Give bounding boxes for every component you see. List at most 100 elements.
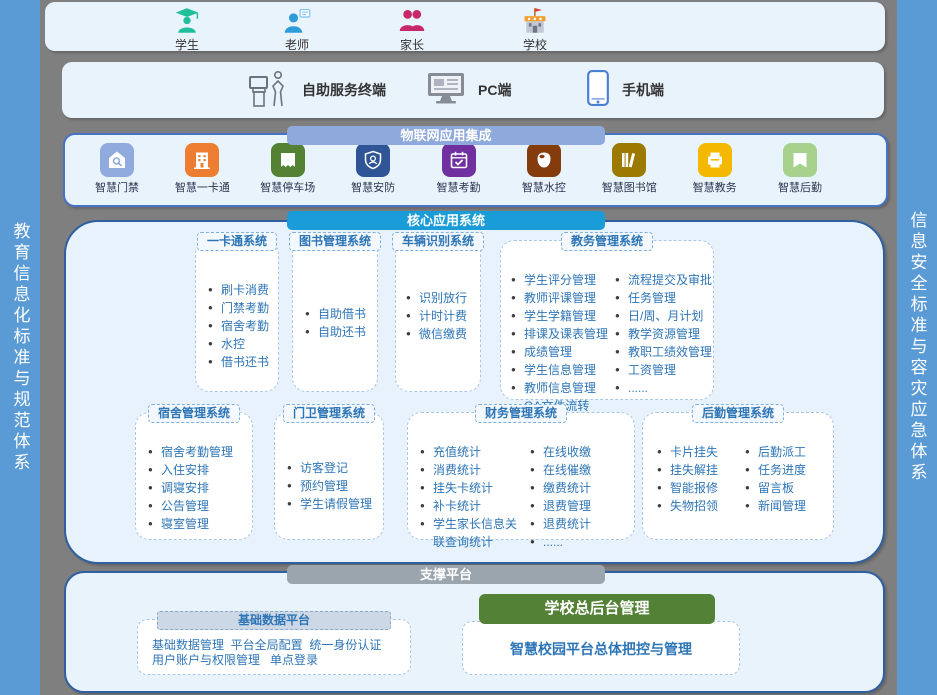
list-item: 排课及课表管理	[511, 325, 609, 343]
list-item: 学生信息管理	[511, 361, 609, 379]
system-library: 图书管理系统 自助借书自助还书	[292, 240, 378, 392]
iot-library: 智慧图书馆	[593, 143, 665, 195]
terminals-row: 自助服务终端 PC端	[62, 62, 884, 118]
list-item: 学生评分管理	[511, 271, 609, 289]
list-item: 补卡统计	[420, 497, 524, 515]
user-parents: 家长	[372, 7, 452, 53]
attendance-calendar-icon	[442, 143, 476, 177]
system-gatekeeper: 门卫管理系统 访客登记预约管理学生请假管理	[274, 412, 384, 540]
list-item: 任务管理	[615, 289, 713, 307]
list-item: 学生学籍管理	[511, 307, 609, 325]
system-onecard-title: 一卡通系统	[197, 232, 277, 251]
logistics-flag-icon	[783, 143, 817, 177]
school-admin-box: 智慧校园平台总体把控与管理	[462, 621, 740, 675]
iot-water: 智慧水控	[508, 143, 580, 195]
system-vehicle-list: 识别放行计时计费微信缴费	[406, 289, 480, 343]
list-item: 缴费统计	[530, 479, 620, 497]
terminal-mobile: 手机端	[586, 70, 664, 110]
system-finance-title: 财务管理系统	[475, 404, 567, 423]
kiosk-icon	[248, 68, 290, 113]
library-books-icon	[612, 143, 646, 177]
system-finance-list-left: 充值统计消费统计挂失卡统计补卡统计学生家长信息关联查询统计	[420, 443, 524, 551]
student-icon	[147, 7, 227, 34]
list-item: 退费统计	[530, 515, 620, 533]
system-logistics-list-left: 卡片挂失挂失解挂智能报修失物招领	[657, 443, 739, 515]
list-item: 教职工绩效管理	[615, 343, 713, 361]
list-item: 预约管理	[287, 477, 383, 495]
list-item: 自助还书	[305, 323, 377, 341]
system-logistics-list-right: 后勤派工任务进度留言板新闻管理	[745, 443, 827, 515]
user-teacher: 老师	[257, 7, 337, 53]
list-item: 在线收缴	[530, 443, 620, 461]
list-item: 门禁考勤	[208, 299, 278, 317]
list-item: 日/周、月计划	[615, 307, 713, 325]
list-item: 退费管理	[530, 497, 620, 515]
right-strip-label: 信息安全标准与容灾应急体系	[905, 211, 930, 484]
water-control-icon	[527, 143, 561, 177]
iot-banner: 物联网应用集成	[287, 126, 605, 145]
user-student: 学生	[147, 7, 227, 53]
list-item: ......	[615, 379, 713, 397]
support-platform-panel: 基础数据平台 基础数据管理 平台全局配置 统一身份认证 用户账户与权限管理 单点…	[64, 571, 885, 693]
system-gatekeeper-list: 访客登记预约管理学生请假管理	[287, 459, 383, 513]
list-item: 入住安排	[148, 461, 252, 479]
school-icon	[495, 7, 575, 34]
system-academic: 教务管理系统 学生评分管理教师评课管理学生学籍管理排课及课表管理成绩管理学生信息…	[500, 240, 714, 400]
system-onecard: 一卡通系统 刷卡消费门禁考勤宿舍考勤水控借书还书	[195, 240, 279, 392]
terminal-pc-label: PC端	[478, 80, 511, 100]
parents-icon	[372, 7, 452, 34]
user-parents-label: 家长	[372, 36, 452, 53]
user-teacher-label: 老师	[257, 36, 337, 53]
teacher-icon	[257, 7, 337, 34]
base-data-platform-title: 基础数据平台	[157, 611, 391, 630]
list-item: 新闻管理	[745, 497, 827, 515]
pc-icon	[426, 71, 466, 110]
system-dormitory: 宿舍管理系统 宿舍考勤管理入住安排调寝安排公告管理寝室管理	[135, 412, 253, 540]
list-item: 借书还书	[208, 353, 278, 371]
door-access-icon	[100, 143, 134, 177]
system-finance-list-right: 在线收缴在线催缴缴费统计退费管理退费统计......	[530, 443, 620, 551]
iot-door-access: 智慧门禁	[81, 143, 153, 195]
terminal-kiosk-label: 自助服务终端	[302, 80, 386, 100]
list-item: 智能报修	[657, 479, 739, 497]
list-item: 成绩管理	[511, 343, 609, 361]
list-item: 工资管理	[615, 361, 713, 379]
terminal-pc: PC端	[426, 70, 511, 110]
system-finance: 财务管理系统 充值统计消费统计挂失卡统计补卡统计学生家长信息关联查询统计 在线收…	[407, 412, 635, 540]
system-gatekeeper-title: 门卫管理系统	[283, 404, 375, 423]
list-item: ......	[530, 533, 620, 551]
list-item: 教学资源管理	[615, 325, 713, 343]
list-item: 留言板	[745, 479, 827, 497]
terminal-kiosk: 自助服务终端	[248, 70, 386, 110]
list-item: 充值统计	[420, 443, 524, 461]
system-onecard-list: 刷卡消费门禁考勤宿舍考勤水控借书还书	[208, 281, 278, 371]
list-item: 自助借书	[305, 305, 377, 323]
list-item: 挂失卡统计	[420, 479, 524, 497]
list-item: 失物招领	[657, 497, 739, 515]
school-admin-description: 智慧校园平台总体把控与管理	[463, 622, 739, 659]
iot-security: 智慧安防	[337, 143, 409, 195]
iot-onecard: 智慧一卡通	[166, 143, 238, 195]
smart-campus-architecture-diagram: 教育信息化标准与规范体系 信息安全标准与容灾应急体系 学生	[0, 0, 937, 695]
parking-icon	[271, 143, 305, 177]
iot-parking: 智慧停车场	[252, 143, 324, 195]
list-item: 宿舍考勤管理	[148, 443, 252, 461]
list-item: 公告管理	[148, 497, 252, 515]
list-item: 调寝安排	[148, 479, 252, 497]
left-standards-strip: 教育信息化标准与规范体系	[0, 0, 40, 695]
list-item: 消费统计	[420, 461, 524, 479]
system-academic-title: 教务管理系统	[561, 232, 653, 251]
list-item: 计时计费	[406, 307, 480, 325]
system-vehicle: 车辆识别系统 识别放行计时计费微信缴费	[395, 240, 481, 392]
list-item: 刷卡消费	[208, 281, 278, 299]
list-item: 访客登记	[287, 459, 383, 477]
iot-logistics: 智慧后勤	[764, 143, 836, 195]
list-item: 微信缴费	[406, 325, 480, 343]
list-item: 在线催缴	[530, 461, 620, 479]
list-item: 挂失解挂	[657, 461, 739, 479]
terminal-mobile-label: 手机端	[622, 80, 664, 100]
list-item: 宿舍考勤	[208, 317, 278, 335]
iot-academic: 智慧教务	[679, 143, 751, 195]
user-student-label: 学生	[147, 36, 227, 53]
support-banner: 支撑平台	[287, 565, 605, 584]
